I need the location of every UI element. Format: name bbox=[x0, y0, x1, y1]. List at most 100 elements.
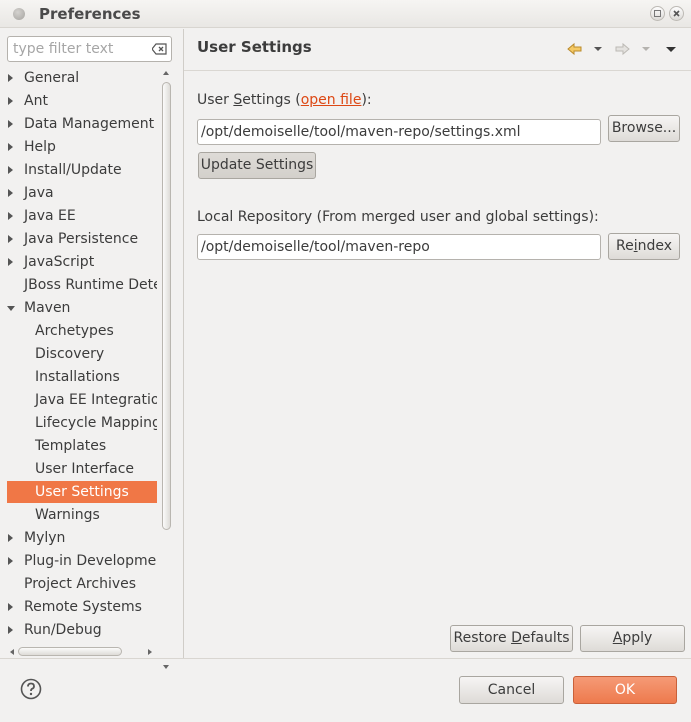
forward-history-dropdown-icon[interactable] bbox=[641, 41, 651, 57]
tree-item-label: Maven bbox=[24, 300, 71, 316]
expand-arrow-icon[interactable] bbox=[8, 166, 13, 174]
tree-item-label: Java Persistence bbox=[24, 231, 139, 247]
clear-filter-icon[interactable] bbox=[152, 43, 167, 55]
user-settings-field[interactable] bbox=[197, 119, 601, 145]
tree-item[interactable]: Discovery bbox=[7, 343, 157, 365]
tree-item-label: Remote Systems bbox=[24, 599, 142, 615]
tree-item-label: Templates bbox=[35, 438, 107, 454]
maximize-button[interactable] bbox=[650, 6, 665, 21]
user-settings-label-text-2: ettings ( bbox=[242, 92, 301, 108]
open-file-link[interactable]: open file bbox=[301, 92, 362, 108]
scroll-down-icon[interactable] bbox=[161, 662, 171, 672]
tree-item[interactable]: Project Archives bbox=[7, 573, 157, 595]
expand-arrow-icon[interactable] bbox=[8, 189, 13, 197]
expand-arrow-icon[interactable] bbox=[8, 603, 13, 611]
filter-field[interactable] bbox=[7, 36, 172, 62]
reindex-label: Re bbox=[615, 238, 634, 254]
window-menu-icon[interactable] bbox=[13, 8, 25, 20]
tree-item-label: JavaScript bbox=[24, 254, 95, 270]
browse-button[interactable]: Browse... bbox=[608, 115, 680, 142]
tree-item[interactable]: Archetypes bbox=[7, 320, 157, 342]
tree-item[interactable]: JavaScript bbox=[7, 251, 157, 273]
tree-item-label: Run/Debug bbox=[24, 622, 102, 638]
tree-item[interactable]: Plug-in Developmen bbox=[7, 550, 157, 572]
help-icon[interactable] bbox=[20, 678, 42, 700]
preference-tree: General Ant Data Management Help Install/Upd… bbox=[0, 66, 158, 645]
expand-arrow-icon[interactable] bbox=[8, 74, 13, 82]
close-button[interactable] bbox=[669, 6, 684, 21]
expand-arrow-icon[interactable] bbox=[8, 120, 13, 128]
page-header: User Settings bbox=[184, 29, 691, 71]
expand-arrow-icon[interactable] bbox=[8, 626, 13, 634]
expand-arrow-icon[interactable] bbox=[8, 97, 13, 105]
user-settings-label-mnemonic: S bbox=[233, 92, 243, 108]
local-repository-input[interactable] bbox=[201, 238, 597, 256]
tree-item-label: JBoss Runtime Dete bbox=[24, 277, 157, 293]
restore-defaults-label-rest: efaults bbox=[521, 630, 570, 646]
back-arrow-icon[interactable] bbox=[566, 41, 583, 57]
tree-item-label: User Interface bbox=[35, 461, 135, 477]
tree-item[interactable]: Templates bbox=[7, 435, 157, 457]
cancel-button[interactable]: Cancel bbox=[459, 676, 564, 704]
expand-arrow-icon[interactable] bbox=[8, 557, 13, 565]
tree-item[interactable]: User Settings bbox=[7, 481, 157, 503]
tree-vertical-scrollbar[interactable] bbox=[159, 66, 173, 676]
scroll-up-icon[interactable] bbox=[161, 68, 171, 78]
view-menu-icon[interactable] bbox=[665, 41, 677, 57]
tree-item-label: Installations bbox=[35, 369, 120, 385]
tree-item-label: Mylyn bbox=[24, 530, 66, 546]
expand-arrow-icon[interactable] bbox=[8, 143, 13, 151]
tree-item-label: Ant bbox=[24, 93, 48, 109]
apply-button[interactable]: Apply bbox=[580, 625, 685, 652]
collapse-arrow-icon[interactable] bbox=[7, 306, 15, 311]
expand-arrow-icon[interactable] bbox=[8, 258, 13, 266]
restore-defaults-mnemonic: D bbox=[511, 630, 522, 646]
tree-item[interactable]: Help bbox=[7, 136, 157, 158]
tree-item[interactable]: Data Management bbox=[7, 113, 157, 135]
tree-item[interactable]: Java bbox=[7, 182, 157, 204]
vertical-scroll-thumb[interactable] bbox=[162, 82, 171, 530]
tree-item-label: Java EE bbox=[24, 208, 76, 224]
expand-arrow-icon[interactable] bbox=[8, 212, 13, 220]
tree-item[interactable]: Run/Debug bbox=[7, 619, 157, 641]
tree-item-label: Project Archives bbox=[24, 576, 137, 592]
tree-item[interactable]: JBoss Runtime Dete bbox=[7, 274, 157, 296]
expand-arrow-icon[interactable] bbox=[8, 534, 13, 542]
tree-item[interactable]: Installations bbox=[7, 366, 157, 388]
user-settings-input[interactable] bbox=[201, 123, 597, 141]
tree-item[interactable]: Mylyn bbox=[7, 527, 157, 549]
tree-item[interactable]: Install/Update bbox=[7, 159, 157, 181]
tree-item[interactable]: Remote Systems bbox=[7, 596, 157, 618]
tree-item-label: Java EE Integration bbox=[35, 392, 157, 408]
tree-item[interactable]: Java EE Integration bbox=[7, 389, 157, 411]
local-repository-field[interactable] bbox=[197, 234, 601, 260]
tree-item[interactable]: Ant bbox=[7, 90, 157, 112]
ok-button[interactable]: OK bbox=[573, 676, 677, 704]
reindex-button[interactable]: Reindex bbox=[608, 233, 680, 260]
tree-item[interactable]: Lifecycle Mapping bbox=[7, 412, 157, 434]
scroll-right-icon[interactable] bbox=[145, 647, 155, 657]
tree-item[interactable]: Java EE bbox=[7, 205, 157, 227]
tree-item[interactable]: User Interface bbox=[7, 458, 157, 480]
scroll-left-icon[interactable] bbox=[7, 647, 17, 657]
update-settings-button[interactable]: Update Settings bbox=[198, 152, 316, 179]
tree-item[interactable]: Warnings bbox=[7, 504, 157, 526]
tree-item[interactable]: General bbox=[7, 67, 157, 89]
tree-item[interactable]: Maven bbox=[7, 297, 157, 319]
back-history-dropdown-icon[interactable] bbox=[593, 41, 603, 57]
restore-defaults-button[interactable]: Restore Defaults bbox=[450, 625, 573, 652]
tree-item-label: Plug-in Developmen bbox=[24, 553, 157, 569]
expand-arrow-icon[interactable] bbox=[8, 235, 13, 243]
forward-arrow-icon[interactable] bbox=[614, 41, 631, 57]
tree-item[interactable]: Java Persistence bbox=[7, 228, 157, 250]
tree-item-label: Help bbox=[24, 139, 56, 155]
title-bar: Preferences bbox=[0, 0, 691, 28]
user-settings-label-end: ): bbox=[361, 92, 372, 108]
horizontal-scroll-thumb[interactable] bbox=[18, 647, 122, 656]
filter-input[interactable] bbox=[13, 40, 149, 58]
tree-horizontal-scrollbar[interactable] bbox=[7, 645, 157, 659]
local-repository-label: Local Repository (From merged user and g… bbox=[197, 209, 599, 225]
tree-item-label: Data Management bbox=[24, 116, 155, 132]
tree-item-label: Archetypes bbox=[35, 323, 114, 339]
close-icon bbox=[673, 10, 680, 17]
